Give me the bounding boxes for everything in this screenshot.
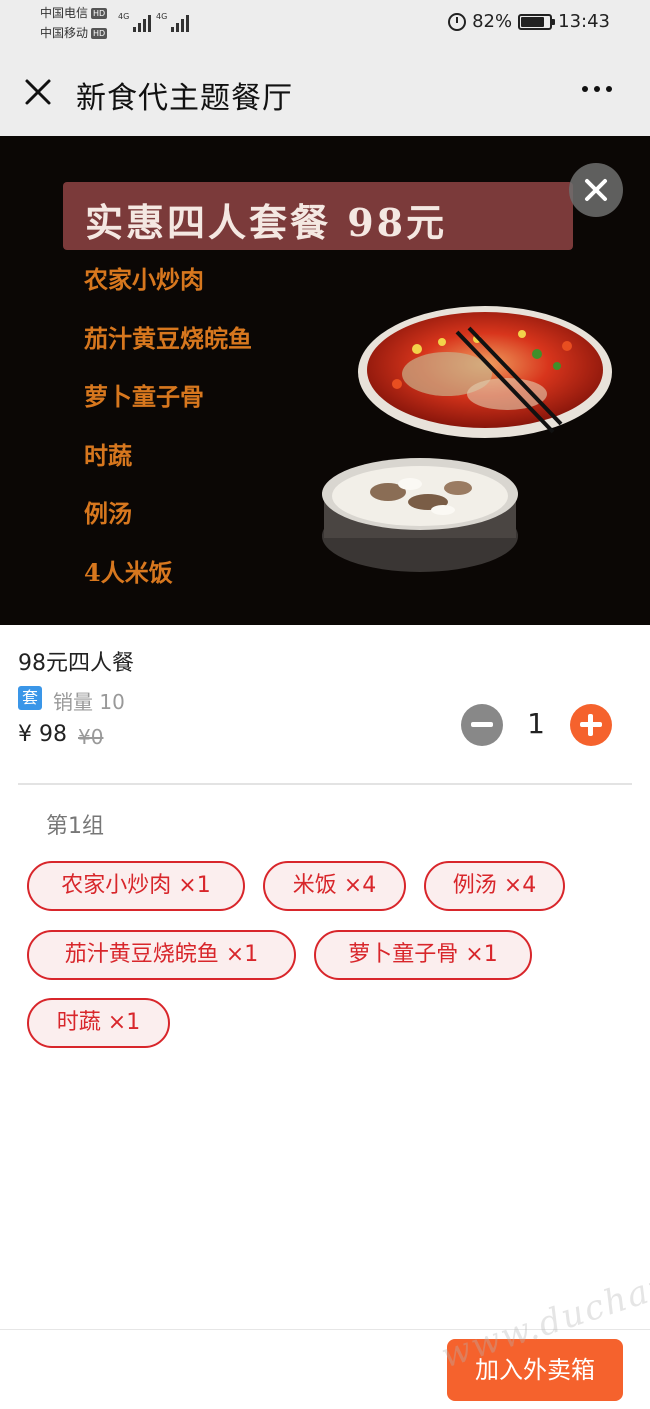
clock: 13:43 [558,11,610,32]
group-title: 第1组 [46,814,104,839]
banner-headline-box: 实惠四人套餐 98元 [63,182,573,250]
dish-chip[interactable]: 时蔬 ×1 [27,998,170,1048]
close-icon [585,179,607,201]
signal-icon: 4G [156,12,190,32]
banner-close-button[interactable] [569,163,623,217]
banner-dish: 4人米饭 [84,557,173,587]
quantity-value: 1 [527,707,545,740]
carrier-2: 中国移动 HD [40,26,108,40]
fish-dish-image [358,306,612,438]
banner-dish-list: 农家小炒肉 茄汁黄豆烧皖鱼 萝卜童子骨 时蔬 例汤 4人米饭 [84,260,252,611]
price: ¥ 98 [18,722,67,747]
decrease-quantity-button[interactable] [461,704,503,746]
battery-percent: 82% [472,11,513,32]
banner-dish: 茄汁黄豆烧皖鱼 [84,323,252,353]
product-banner: 实惠四人套餐 98元 农家小炒肉 茄汁黄豆烧皖鱼 萝卜童子骨 时蔬 例汤 4人米… [0,136,650,625]
banner-dish: 萝卜童子骨 [84,382,204,411]
dish-chip[interactable]: 农家小炒肉 ×1 [27,861,245,911]
original-price: ¥0 [78,725,104,749]
dish-chip[interactable]: 萝卜童子骨 ×1 [314,930,532,980]
banner-headline: 实惠四人套餐 98元 [85,200,448,245]
status-bar: 中国电信 HD 中国移动 HD 4G 4G 82% 13:43 [0,0,650,46]
dish-chip[interactable]: 例汤 ×4 [424,861,565,911]
increase-quantity-button[interactable] [570,704,612,746]
product-name: 98元四人餐 [18,651,134,676]
signal-icon: 4G [118,12,152,32]
hd-badge: HD [91,28,108,39]
sales-count: 销量 10 [53,690,125,714]
divider [18,783,632,785]
banner-dish: 例汤 [84,499,132,528]
more-icon[interactable] [582,86,612,92]
close-icon[interactable] [20,74,56,110]
dish-chip[interactable]: 茄汁黄豆烧皖鱼 ×1 [27,930,296,980]
soup-pot-image [322,458,518,572]
alarm-icon [448,12,467,31]
set-meal-badge: 套 [18,686,42,710]
carrier-1: 中国电信 HD [40,6,108,20]
nav-bar: 新食代主题餐厅 [0,46,650,136]
page-title: 新食代主题餐厅 [76,81,293,116]
hd-badge: HD [91,8,108,19]
banner-dish: 农家小炒肉 [84,265,204,294]
battery-icon [518,13,556,30]
banner-dish: 时蔬 [84,440,132,470]
dish-chip[interactable]: 米饭 ×4 [263,861,406,911]
